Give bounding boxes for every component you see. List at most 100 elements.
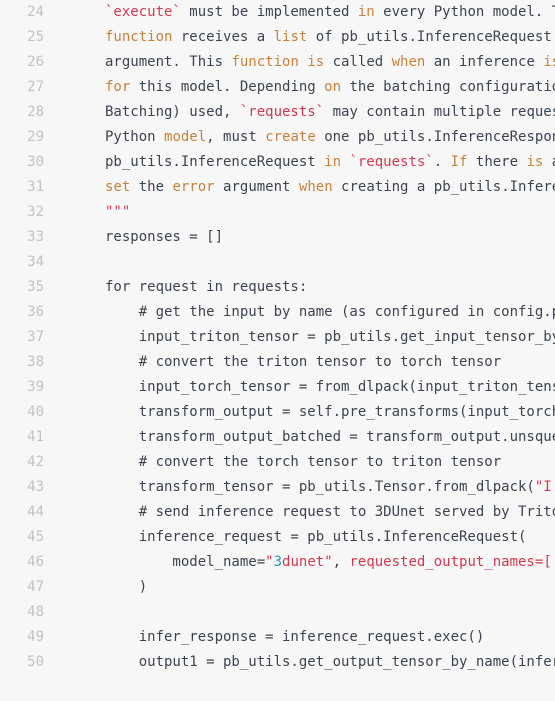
code-line[interactable]: 32 """ [0,200,555,225]
line-number: 30 [27,154,44,170]
code-token-plain: pb_utils.InferenceRequest [105,154,325,170]
line-content[interactable]: Batching) used, `requests` may contain m… [105,100,555,125]
code-line[interactable]: 37 input_triton_tensor = pb_utils.get_in… [0,325,555,350]
code-token-plain: this model. Depending [130,79,325,95]
line-content[interactable]: # convert the torch tensor to triton ten… [105,450,501,475]
code-token-kw: in [357,4,375,20]
code-editor[interactable]: 24 `execute` must be implemented in every… [0,0,555,701]
line-content[interactable]: # send inference request to 3DUnet serve… [105,500,555,525]
code-line[interactable]: 29 Python model, must create one pb_utils… [0,125,555,150]
line-number: 47 [27,579,44,595]
code-line[interactable]: 40 transform_output = self.pre_transform… [0,400,555,425]
line-number: 50 [27,654,44,670]
code-line[interactable]: 44 # send inference request to 3DUnet se… [0,500,555,525]
code-token-plain: Batching) used, [105,104,240,120]
code-token-str: requested_output_names=[' [349,554,555,570]
line-number: 46 [27,554,44,570]
code-token-plain: an inference [425,54,544,70]
line-content[interactable]: pb_utils.InferenceRequest in `requests`.… [105,150,555,175]
code-viewport[interactable]: 24 `execute` must be implemented in every… [0,0,555,701]
code-token-kw: list [273,29,308,45]
code-line[interactable]: 33 responses = [] [0,225,555,250]
code-line[interactable]: 34 [0,250,555,275]
code-line[interactable]: 25 function receives a list of pb_utils.I… [0,25,555,50]
line-content[interactable]: input_torch_tensor = from_dlpack(input_t… [105,375,555,400]
line-content[interactable]: argument. This function is called when a… [105,50,555,75]
code-token-kw: function [231,54,299,70]
code-token-kw: in [324,154,342,170]
code-token-comment: # get the input by name (as configured i… [105,304,555,320]
code-token-str: """ [105,204,131,220]
code-line[interactable]: 45 inference_request = pb_utils.Inferenc… [0,525,555,550]
code-token-plain: infer_response = inference_request.exec(… [105,629,485,645]
code-line[interactable]: 24 `execute` must be implemented in every… [0,0,555,25]
code-line[interactable]: 36 # get the input by name (as configure… [0,300,555,325]
code-token-kw: is [307,54,325,70]
line-number: 49 [27,629,44,645]
code-line[interactable]: 38 # convert the triton tensor to torch … [0,350,555,375]
code-token-plain: inference_request = pb_utils.InferenceRe… [105,529,527,545]
line-content[interactable]: inference_request = pb_utils.InferenceRe… [105,525,527,550]
code-line[interactable]: 31 set the error argument when creating a… [0,175,555,200]
code-line[interactable]: 28 Batching) used, `requests` may contain… [0,100,555,125]
code-line[interactable]: 42 # convert the torch tensor to triton … [0,450,555,475]
line-number: 37 [27,329,44,345]
code-token-str: `requests` [349,154,434,170]
code-line[interactable]: 26 argument. This function is called when… [0,50,555,75]
line-number: 34 [27,254,44,270]
line-content[interactable]: # get the input by name (as configured i… [105,300,555,325]
code-token-plain: a [543,154,555,170]
line-content[interactable]: infer_response = inference_request.exec(… [105,625,485,650]
code-token-plain: receives a [172,29,274,45]
code-token-str: " [265,554,274,570]
line-content[interactable]: output1 = pb_utils.get_output_tensor_by_… [105,650,555,675]
line-content[interactable]: transform_output_batched = transform_out… [105,425,555,450]
line-number: 29 [27,129,44,145]
code-line[interactable]: 41 transform_output_batched = transform_… [0,425,555,450]
code-line[interactable]: 48 [0,600,555,625]
code-line[interactable]: 47 ) [0,575,555,600]
line-number: 42 [27,454,44,470]
code-token-kw: when [298,179,333,195]
line-number: 38 [27,354,44,370]
line-content[interactable]: transform_tensor = pb_utils.Tensor.from_… [105,475,552,500]
line-content[interactable]: input_triton_tensor = pb_utils.get_input… [105,325,555,350]
line-number: 36 [27,304,44,320]
code-token-plain: there [467,154,527,170]
code-line[interactable]: 39 input_torch_tensor = from_dlpack(inpu… [0,375,555,400]
line-content[interactable]: Python model, must create one pb_utils.I… [105,125,555,150]
code-token-kw: error [172,179,215,195]
line-content[interactable]: responses = [] [105,225,223,250]
line-content[interactable]: `execute` must be implemented in every P… [105,0,555,25]
code-token-plain: input_torch_tensor = from_dlpack(input_t… [105,379,555,395]
line-content[interactable]: for this model. Depending on the batchin… [105,75,555,100]
code-token-plain: responses = [] [105,229,224,245]
code-line[interactable]: 35 for request in requests: [0,275,555,300]
code-line[interactable]: 27 for this model. Depending on the batch… [0,75,555,100]
code-line[interactable]: 50 output1 = pb_utils.get_output_tensor_… [0,650,555,675]
line-content[interactable]: function receives a list of pb_utils.Inf… [105,25,552,50]
line-number: 32 [27,204,44,220]
code-line[interactable]: 30 pb_utils.InferenceRequest in `requests… [0,150,555,175]
code-line[interactable]: 43 transform_tensor = pb_utils.Tensor.fr… [0,475,555,500]
line-number: 28 [27,104,44,120]
line-content[interactable]: for request in requests: [105,275,307,300]
line-content[interactable]: set the error argument when creating a p… [105,175,555,200]
line-content[interactable]: ) [105,575,147,600]
line-content[interactable]: # convert the triton tensor to torch ten… [105,350,501,375]
code-token-plain: the batching configuratio [341,79,555,95]
code-token-kw: on [324,79,342,95]
code-token-kw: is [526,154,544,170]
line-number: 45 [27,529,44,545]
line-number: 26 [27,54,44,70]
line-content[interactable]: """ [105,200,130,225]
code-line[interactable]: 46 model_name="3dunet", requested_output… [0,550,555,575]
code-line[interactable]: 49 infer_response = inference_request.ex… [0,625,555,650]
line-content[interactable]: transform_output = self.pre_transforms(i… [105,400,555,425]
line-content[interactable]: model_name="3dunet", requested_output_na… [105,550,555,575]
code-token-num: 3 [273,554,283,570]
code-token-plain: of pb_utils.InferenceRequest [307,29,552,45]
code-token-plain: must be implemented [180,4,358,20]
line-number: 31 [27,179,44,195]
line-number: 24 [27,4,44,20]
